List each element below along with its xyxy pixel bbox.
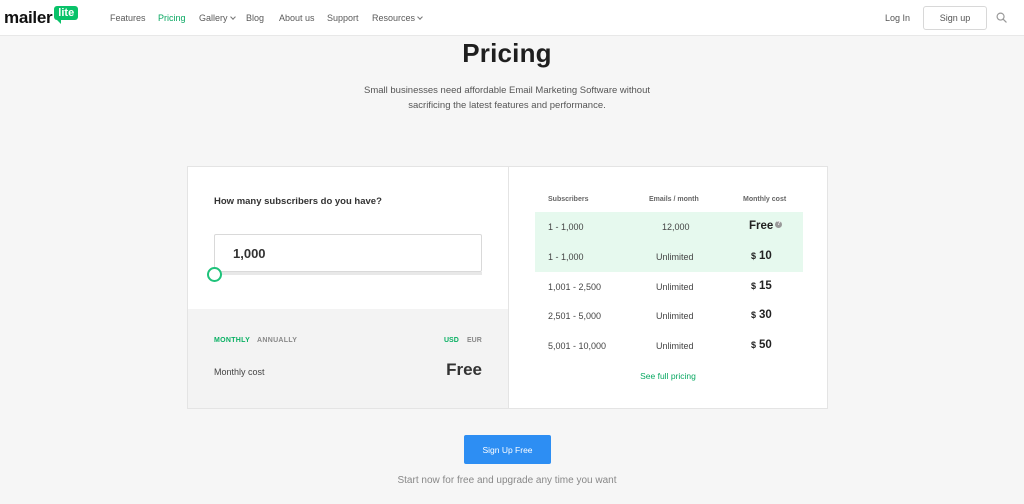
mailerlite-logo[interactable]: mailer lite	[4, 6, 79, 30]
currency-eur-toggle[interactable]: EUR	[467, 337, 482, 344]
row-price-value: Free	[749, 220, 774, 232]
pricing-calculator: How many subscribers do you have? MONTHL…	[187, 166, 828, 409]
table-row: 2,501 - 5,000 Unlimited $30	[535, 301, 803, 331]
currency-symbol: $	[751, 340, 757, 350]
monthly-cost-value: Free	[446, 360, 482, 379]
table-row: 1,001 - 2,500 Unlimited $15	[535, 272, 803, 302]
currency-symbol: $	[751, 281, 757, 291]
search-icon[interactable]	[996, 12, 1007, 23]
row-emails: Unlimited	[656, 252, 694, 262]
subscriber-slider-track[interactable]	[214, 272, 482, 275]
row-price: $30	[751, 309, 772, 321]
login-link[interactable]: Log In	[885, 13, 910, 23]
currency-symbol: $	[751, 251, 757, 261]
sign-up-free-button[interactable]: Sign Up Free	[464, 435, 551, 464]
subscriber-count-input[interactable]	[214, 234, 482, 272]
header-emails: Emails / month	[649, 196, 699, 203]
site-header: mailer lite Features Pricing Gallery Blo…	[0, 0, 1024, 36]
subscriber-slider-handle[interactable]	[207, 267, 222, 282]
chevron-down-icon	[417, 14, 423, 20]
row-emails: 12,000	[662, 222, 690, 232]
subscriber-question: How many subscribers do you have?	[214, 196, 382, 207]
nav-resources-label: Resources	[372, 13, 416, 23]
subscriber-input-area: How many subscribers do you have?	[188, 167, 509, 309]
row-price: Free?	[749, 220, 783, 232]
row-price-value: 50	[759, 339, 772, 351]
table-row: 1 - 1,000 12,000 Free?	[535, 212, 803, 242]
logo-badge: lite	[54, 6, 79, 24]
row-subscribers: 5,001 - 10,000	[548, 341, 607, 351]
row-price-value: 15	[759, 280, 772, 292]
row-subscribers: 1 - 1,000	[548, 252, 584, 262]
see-full-pricing-link[interactable]: See full pricing	[509, 371, 827, 381]
help-icon[interactable]: ?	[775, 221, 783, 228]
row-subscribers: 2,501 - 5,000	[548, 311, 602, 321]
signup-button[interactable]: Sign up	[923, 6, 987, 30]
nav-gallery-label: Gallery	[199, 13, 228, 23]
row-subscribers: 1,001 - 2,500	[548, 282, 602, 292]
table-row: 1 - 1,000 Unlimited $10	[535, 242, 803, 272]
logo-text: mailer	[4, 8, 53, 27]
subscriber-panel: How many subscribers do you have? MONTHL…	[188, 167, 509, 408]
pricing-table: Subscribers Emails / month Monthly cost …	[509, 167, 827, 408]
nav-gallery[interactable]: Gallery	[199, 13, 236, 23]
header-subscribers: Subscribers	[548, 196, 589, 203]
cta-tagline: Start now for free and upgrade any time …	[397, 475, 617, 486]
row-price: $15	[751, 280, 772, 292]
billing-monthly-toggle[interactable]: MONTHLY	[214, 337, 250, 344]
header-monthly-cost: Monthly cost	[743, 196, 787, 203]
currency-symbol: $	[751, 310, 757, 320]
nav-support[interactable]: Support	[327, 13, 359, 23]
row-price: $10	[751, 250, 772, 262]
nav-about-us[interactable]: About us	[279, 13, 315, 23]
row-emails: Unlimited	[656, 282, 694, 292]
row-subscribers: 1 - 1,000	[548, 222, 584, 232]
row-price-value: 30	[759, 309, 772, 321]
page-title: Pricing	[462, 38, 552, 68]
row-emails: Unlimited	[656, 341, 694, 351]
chevron-down-icon	[229, 14, 236, 20]
nav-blog[interactable]: Blog	[246, 13, 264, 23]
monthly-cost-label: Monthly cost	[214, 367, 265, 377]
table-row: 5,001 - 10,000 Unlimited $50	[535, 331, 803, 361]
billing-annually-toggle[interactable]: ANNUALLY	[257, 337, 297, 344]
nav-features[interactable]: Features	[110, 13, 146, 23]
row-price: $50	[751, 339, 772, 351]
cost-summary: MONTHLY ANNUALLY USD EUR Monthly cost Fr…	[188, 309, 509, 408]
currency-usd-toggle[interactable]: USD	[444, 337, 459, 344]
row-emails: Unlimited	[656, 311, 694, 321]
nav-resources[interactable]: Resources	[372, 13, 423, 23]
row-price-value: 10	[759, 250, 772, 262]
nav-pricing[interactable]: Pricing	[158, 13, 186, 23]
page-subtitle: Small businesses need affordable Email M…	[363, 85, 651, 111]
